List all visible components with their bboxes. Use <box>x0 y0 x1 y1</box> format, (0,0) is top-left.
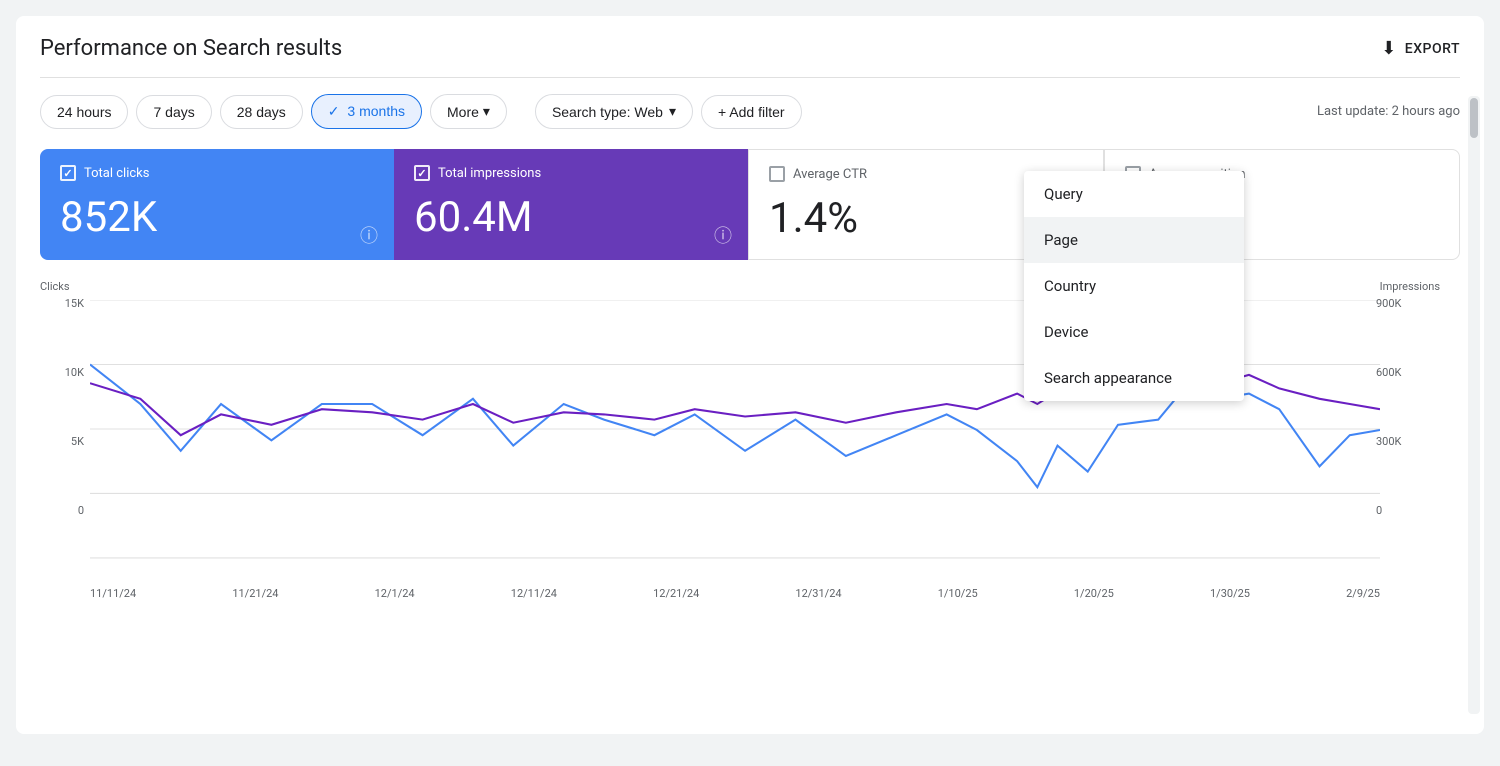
help-icon-clicks: ⓘ <box>360 222 378 248</box>
x-label-4: 12/21/24 <box>653 587 699 600</box>
search-type-button[interactable]: Search type: Web ▾ <box>535 94 693 129</box>
metric-value-impressions: 60.4M <box>414 193 728 242</box>
page-title: Performance on Search results <box>40 36 342 61</box>
search-type-label: Search type: Web <box>552 104 663 120</box>
time-filter-3m-label: 3 months <box>347 103 405 119</box>
time-filter-3m[interactable]: ✓ 3 months <box>311 94 422 129</box>
dropdown-arrow-icon: ▾ <box>669 103 676 120</box>
filter-row: 24 hours 7 days 28 days ✓ 3 months More … <box>40 94 1460 129</box>
scrollbar[interactable] <box>1468 96 1480 714</box>
x-label-0: 11/11/24 <box>90 587 136 600</box>
x-axis: 11/11/24 11/21/24 12/1/24 12/11/24 12/21… <box>90 587 1380 600</box>
metric-card-impressions[interactable]: Total impressions 60.4M ⓘ <box>394 149 748 260</box>
metric-label-impressions: Total impressions <box>414 165 728 181</box>
checkbox-ctr <box>769 166 785 182</box>
export-button[interactable]: ⬇ EXPORT <box>1381 38 1460 59</box>
x-label-8: 1/30/25 <box>1210 587 1250 600</box>
dropdown-item-country[interactable]: Country <box>1024 263 1244 309</box>
help-icon-impressions: ⓘ <box>714 222 732 248</box>
export-label: EXPORT <box>1405 41 1460 57</box>
check-mark: ✓ <box>328 103 340 119</box>
checkbox-clicks <box>60 165 76 181</box>
x-label-6: 1/10/25 <box>938 587 978 600</box>
dropdown-item-query[interactable]: Query <box>1024 171 1244 217</box>
export-icon: ⬇ <box>1381 38 1397 59</box>
y-right-900k: 900K <box>1376 297 1401 310</box>
y-left-15k: 15K <box>65 297 84 310</box>
y-left-title: Clicks <box>40 280 90 293</box>
y-right-300k: 300K <box>1376 435 1401 448</box>
dropdown-item-search-appearance[interactable]: Search appearance <box>1024 355 1244 401</box>
metrics-row: Total clicks 852K ⓘ Total impressions 60… <box>40 149 1460 260</box>
scrollbar-thumb <box>1470 98 1478 138</box>
chart-area: Clicks 15K 10K 5K 0 <box>40 280 1460 600</box>
y-right-600k: 600K <box>1376 366 1401 379</box>
dropdown-item-page[interactable]: Page <box>1024 217 1244 263</box>
y-axis-left: Clicks 15K 10K 5K 0 <box>40 280 90 560</box>
y-right-title: Impressions <box>1370 280 1440 293</box>
time-filter-24h[interactable]: 24 hours <box>40 95 128 129</box>
x-label-3: 12/11/24 <box>511 587 557 600</box>
x-label-2: 12/1/24 <box>375 587 415 600</box>
filter-dropdown: Query Page Country Device Search appeara… <box>1024 171 1244 401</box>
last-update: Last update: 2 hours ago <box>1317 104 1460 119</box>
y-left-0: 0 <box>78 504 84 517</box>
x-label-5: 12/31/24 <box>795 587 841 600</box>
time-filter-7d[interactable]: 7 days <box>136 95 211 129</box>
chevron-down-icon: ▾ <box>483 103 490 120</box>
time-filter-28d[interactable]: 28 days <box>220 95 303 129</box>
add-filter-label: + Add filter <box>718 104 785 120</box>
y-right-0: 0 <box>1376 504 1382 517</box>
header-row: Performance on Search results ⬇ EXPORT <box>40 36 1460 78</box>
y-left-10k: 10K <box>65 366 84 379</box>
y-left-5k: 5K <box>71 435 84 448</box>
metric-value-clicks: 852K <box>60 193 374 242</box>
metric-card-clicks[interactable]: Total clicks 852K ⓘ <box>40 149 394 260</box>
add-filter-button[interactable]: + Add filter <box>701 95 802 129</box>
x-label-7: 1/20/25 <box>1074 587 1114 600</box>
y-axis-right: Impressions 900K 600K 300K 0 <box>1370 280 1440 560</box>
checkbox-impressions <box>414 165 430 181</box>
more-label: More <box>447 104 479 120</box>
x-label-9: 2/9/25 <box>1346 587 1380 600</box>
more-button[interactable]: More ▾ <box>430 94 507 129</box>
metric-label-clicks: Total clicks <box>60 165 374 181</box>
x-label-1: 11/21/24 <box>232 587 278 600</box>
dropdown-item-device[interactable]: Device <box>1024 309 1244 355</box>
